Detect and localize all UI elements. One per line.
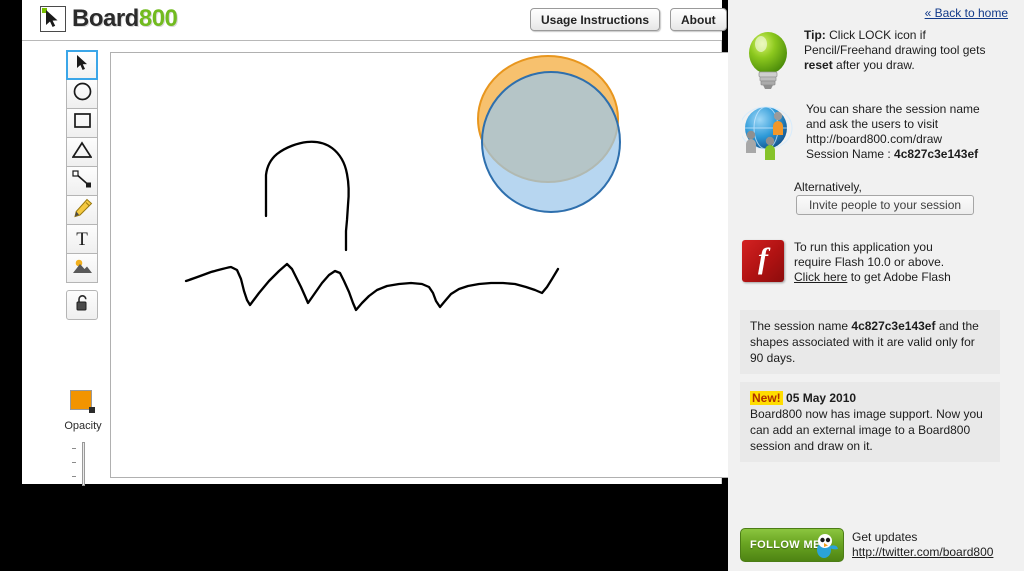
usage-instructions-button[interactable]: Usage Instructions <box>530 8 661 31</box>
tool-lock[interactable] <box>66 290 98 320</box>
logo-text: Board800 <box>72 5 178 32</box>
follow-panel: FOLLOW ME Get updates http://twitter.com… <box>740 528 993 562</box>
square-icon <box>73 111 92 135</box>
globe-people-icon <box>739 102 796 167</box>
tip-line1: Click LOCK icon if <box>825 28 926 42</box>
freehand-zigzag <box>184 262 560 312</box>
lightbulb-icon <box>742 28 794 95</box>
session-name-value: 4c827c3e143ef <box>894 147 979 161</box>
share-line1: You can share the session name <box>806 102 980 116</box>
tool-select[interactable] <box>66 50 98 80</box>
alternatively-label: Alternatively, <box>794 180 862 194</box>
tool-triangle[interactable] <box>66 137 98 167</box>
opacity-label: Opacity <box>64 420 102 432</box>
tip-panel: Tip: Click LOCK icon if Pencil/Freehand … <box>742 28 1010 95</box>
share-text: You can share the session name and ask t… <box>806 102 980 167</box>
tool-circle[interactable] <box>66 79 98 109</box>
cursor-arrow-icon <box>40 6 66 32</box>
follow-text: Get updates http://twitter.com/board800 <box>852 530 993 560</box>
tip-lead: Tip: <box>804 28 826 42</box>
opacity-slider[interactable] <box>70 442 94 486</box>
drawing-canvas[interactable] <box>110 52 738 478</box>
tip-line2: Pencil/Freehand drawing tool gets <box>804 43 986 57</box>
invite-people-button[interactable]: Invite people to your session <box>796 195 974 215</box>
tool-image[interactable] <box>66 253 98 283</box>
follow-line1: Get updates <box>852 530 918 544</box>
app-logo: Board800 <box>40 5 178 32</box>
tool-text[interactable]: T <box>66 224 98 254</box>
line-icon <box>72 169 92 193</box>
about-button[interactable]: About <box>670 8 727 31</box>
tool-line[interactable] <box>66 166 98 196</box>
flash-line3: to get Adobe Flash <box>847 270 951 284</box>
tool-pencil[interactable] <box>66 195 98 225</box>
color-picker[interactable] <box>70 390 95 413</box>
new-badge: New! <box>750 391 783 405</box>
share-url: http://board800.com/draw <box>806 132 943 146</box>
freehand-arch <box>264 140 350 252</box>
news-panel: New! 05 May 2010 Board800 now has image … <box>740 382 1000 462</box>
cursor-arrow-icon <box>76 54 89 76</box>
news-body: Board800 now has image support. Now you … <box>750 407 983 453</box>
twitter-bird-icon <box>811 531 839 564</box>
tip-line3: after you draw. <box>832 58 915 72</box>
adobe-flash-icon: f <box>742 240 784 285</box>
blue-circle <box>481 71 621 213</box>
twitter-link[interactable]: http://twitter.com/board800 <box>852 545 993 559</box>
app-header: Board800 Usage Instructions About <box>22 0 727 41</box>
follow-me-button[interactable]: FOLLOW ME <box>740 528 844 562</box>
opacity-slider-track[interactable] <box>82 442 85 486</box>
share-line2: and ask the users to visit <box>806 117 939 131</box>
flash-text: To run this application you require Flas… <box>794 240 951 285</box>
open-padlock-icon <box>75 294 90 317</box>
logo-text-green: 800 <box>138 5 178 32</box>
flash-line2: require Flash 10.0 or above. <box>794 255 945 269</box>
share-session-panel: You can share the session name and ask t… <box>739 102 1010 167</box>
logo-text-dark: Board <box>72 5 139 32</box>
tip-bold-mid: reset <box>804 58 833 72</box>
news-date: 05 May 2010 <box>786 391 857 405</box>
text-t-icon: T <box>76 228 88 250</box>
tip-text: Tip: Click LOCK icon if Pencil/Freehand … <box>804 28 985 95</box>
pencil-icon <box>72 198 93 223</box>
drawing-toolbar: T <box>66 50 98 320</box>
triangle-icon <box>71 140 93 164</box>
info-sidebar: « Back to home Tip: Click LOCK icon if P… <box>728 0 1024 571</box>
session-name-label: Session Name : <box>806 147 895 161</box>
tool-rectangle[interactable] <box>66 108 98 138</box>
flash-line1: To run this application you <box>794 240 933 254</box>
circle-icon <box>73 82 92 106</box>
session-notice-name: 4c827c3e143ef <box>851 319 936 333</box>
follow-me-label: FOLLOW ME <box>750 539 821 551</box>
application-panel: Board800 Usage Instructions About T Opac… <box>22 0 738 486</box>
image-icon <box>72 257 93 279</box>
flash-glyph: f <box>758 242 768 275</box>
back-to-home-link[interactable]: « Back to home <box>925 6 1008 20</box>
flash-requirement-panel: f To run this application you require Fl… <box>742 240 1010 285</box>
get-flash-link[interactable]: Click here <box>794 270 847 284</box>
session-notice-pre: The session name <box>750 319 852 333</box>
screen: Board800 Usage Instructions About T Opac… <box>0 0 1024 571</box>
session-validity-notice: The session name 4c827c3e143ef and the s… <box>740 310 1000 374</box>
color-swatch-corner-icon <box>89 407 95 413</box>
